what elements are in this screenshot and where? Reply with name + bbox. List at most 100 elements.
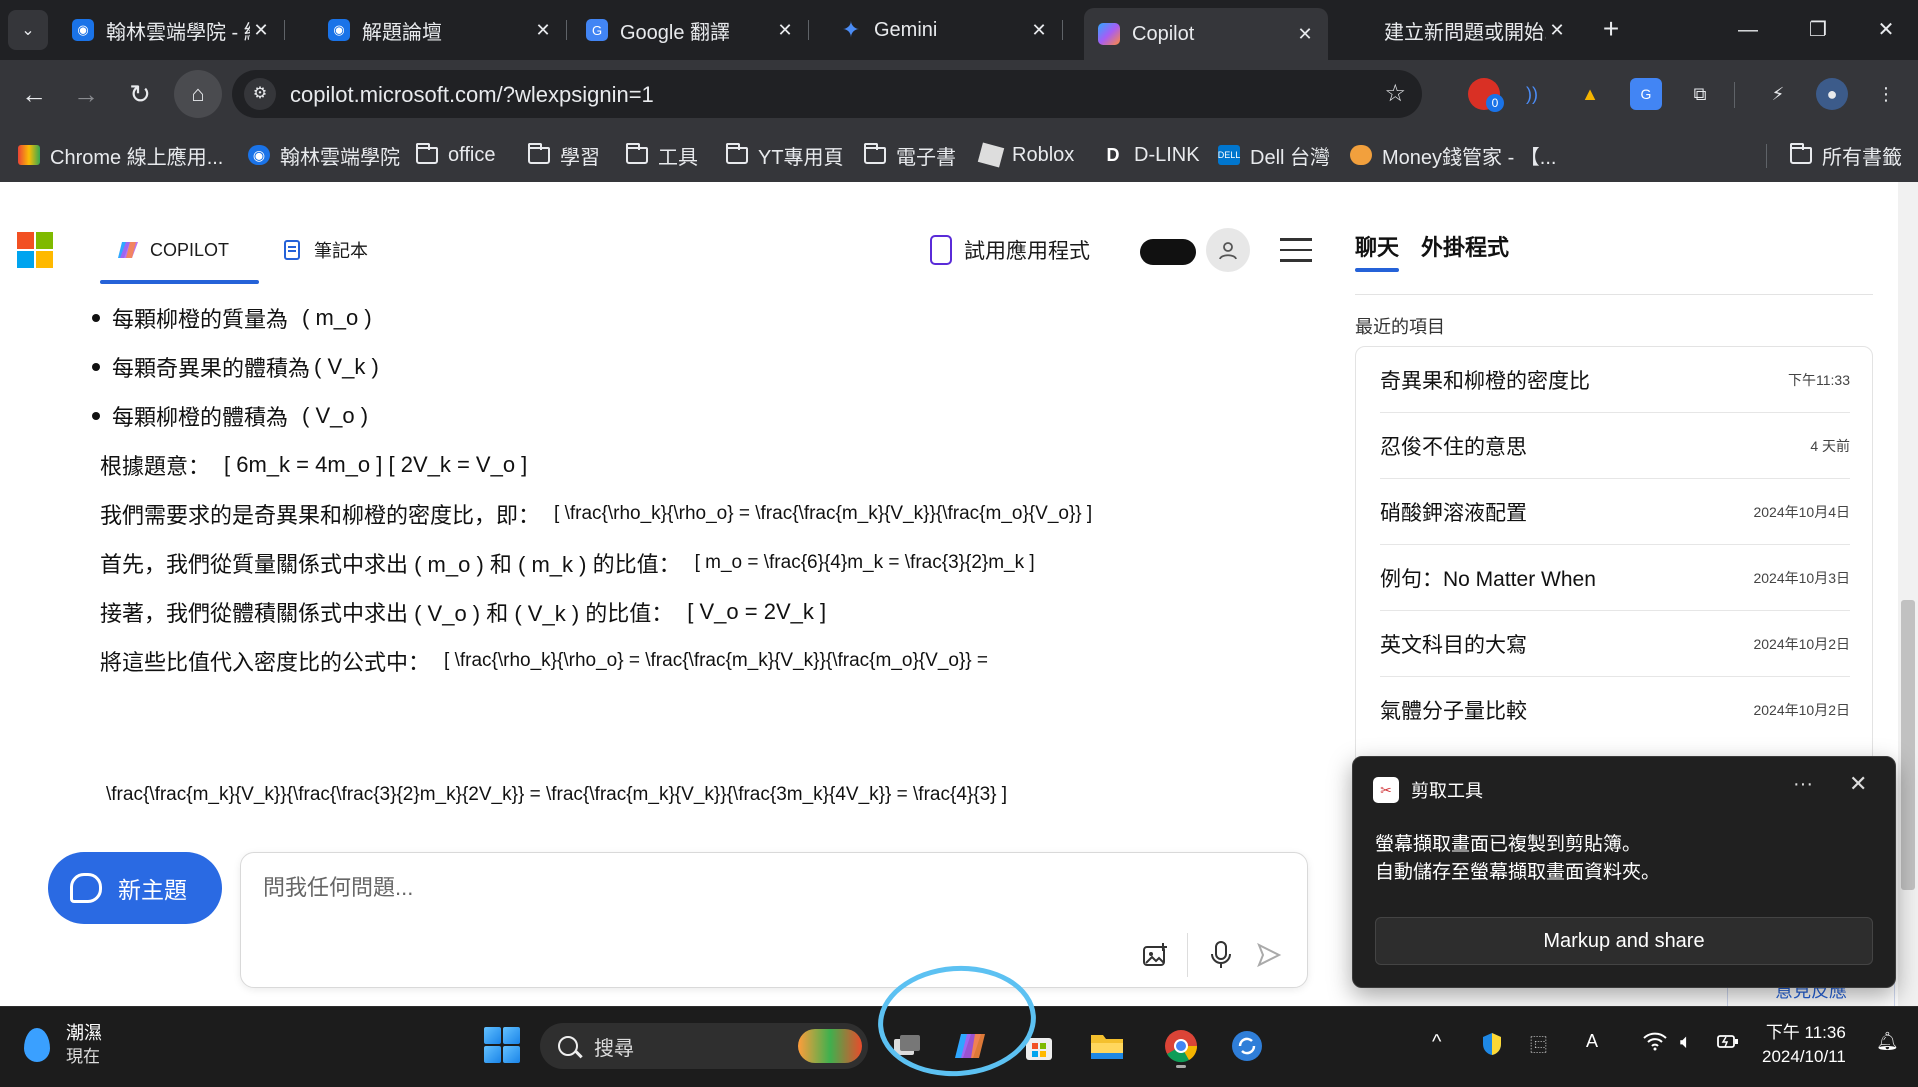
para-volume-ratio: 接著，我們從體積關係式中求出 ( V_o ) 和 ( V_k ) 的比值： [ … [100,596,882,628]
close-icon[interactable]: ✕ [1546,19,1568,41]
forward-button[interactable]: → [66,74,106,114]
tab-google-translate[interactable]: G Google 翻譯 ✕ [572,8,809,52]
hanlin-icon: ◉ [248,145,270,165]
more-menu-icon[interactable]: ⋮ [1870,78,1902,110]
bookmark-all[interactable]: 所有書籤 [1790,138,1902,172]
back-button[interactable]: ← [14,74,54,114]
bookmark-folder-tools[interactable]: 工具 [626,138,698,172]
home-button[interactable]: ⌂ [174,70,222,118]
sidebar-tab-plugins[interactable]: 外掛程式 [1421,230,1509,262]
markup-and-share-button[interactable]: Markup and share [1375,917,1873,965]
hamburger-menu-icon[interactable] [1280,238,1312,262]
microphone-icon[interactable] [1205,939,1237,971]
tray-chevron-icon[interactable]: ^ [1432,1031,1441,1054]
tab-copilot[interactable]: Copilot ✕ [1084,8,1328,60]
weather-widget[interactable]: 潮濕 現在 [24,1021,102,1069]
ask-box[interactable] [240,852,1308,988]
tab-copilot-label: COPILOT [150,239,230,260]
wifi-icon[interactable] [1642,1031,1668,1057]
file-explorer-icon[interactable] [1086,1025,1128,1067]
volume-icon[interactable]: 🔈︎ [1680,1031,1692,1054]
microsoft-logo[interactable] [17,232,53,268]
security-shield-icon[interactable] [1480,1031,1504,1063]
bookmark-folder-office[interactable]: office [416,138,495,172]
tab-forum[interactable]: ◉ 解題論壇 ✕ [314,8,567,52]
taskbar-search[interactable]: 搜尋 [540,1023,868,1069]
wifi-extension-icon[interactable]: )) [1516,78,1548,110]
close-icon[interactable]: ✕ [774,19,796,41]
close-icon[interactable]: ✕ [532,19,554,41]
recent-item[interactable]: 硝酸鉀溶液配置 2024年10月4日 [1380,479,1850,545]
para-text: 根據題意： [100,454,211,479]
system-clock[interactable]: 下午 11:36 2024/10/11 [1762,1021,1846,1069]
close-icon[interactable]: ✕ [1294,23,1316,45]
reload-button[interactable]: ↻ [120,74,160,114]
recent-item[interactable]: 奇異果和柳橙的密度比 下午11:33 [1380,347,1850,413]
new-tab-button[interactable]: + [1593,12,1629,48]
start-button[interactable] [484,1027,520,1063]
bookmark-dlink[interactable]: D D-LINK [1102,138,1200,172]
running-indicator [1176,1065,1186,1068]
toast-more-button[interactable]: ··· [1793,773,1813,796]
send-icon[interactable] [1253,939,1285,971]
site-info-icon[interactable]: ⚙ [244,78,276,110]
performance-icon[interactable]: ⚡ [1762,78,1794,110]
bookmark-folder-yt[interactable]: YT專用頁 [726,138,844,172]
tab-hanlin[interactable]: ◉ 翰林雲端學院 - 線... ✕ [58,8,285,52]
hanlin-favicon-icon: ◉ [72,19,94,41]
bullet-text: 每顆柳橙的質量為 [112,307,289,332]
search-highlight-image [798,1029,862,1063]
window-close-button[interactable]: ✕ [1856,12,1916,48]
toast-close-icon[interactable]: ✕ [1849,771,1867,797]
battery-icon[interactable] [1716,1031,1740,1057]
bookmark-label: D-LINK [1134,143,1200,166]
tab-search-button[interactable]: ⌄ [8,10,48,50]
chevron-down-icon: ⌄ [21,22,35,39]
url-text[interactable]: copilot.microsoft.com/?wlexpsignin=1 [290,82,654,108]
recent-date: 4 天前 [1810,437,1850,454]
sync-app-icon[interactable] [1226,1025,1268,1067]
bookmark-folder-study[interactable]: 學習 [528,138,600,172]
ask-input[interactable] [263,875,1163,901]
bookmark-roblox[interactable]: Roblox [977,138,1075,172]
chrome-icon[interactable] [1160,1025,1202,1068]
google-translate-icon: G [586,19,608,41]
scrollbar-thumb[interactable] [1901,600,1915,890]
copilot-favicon-icon [1098,23,1120,45]
bookmark-folder-ebook[interactable]: 電子書 [864,138,956,172]
recent-item[interactable]: 例句：No Matter When 2024年10月3日 [1380,545,1850,611]
new-topic-button[interactable]: 新主題 [48,852,222,924]
bookmark-chrome-store[interactable]: Chrome 線上應用... [18,138,223,172]
close-icon[interactable]: ✕ [1028,19,1050,41]
extensions-puzzle-icon[interactable]: ⧉ [1684,78,1716,110]
tab-new-question[interactable]: 建立新問題或開始... ✕ [1336,8,1580,52]
snipping-tool-notification: ✂ 剪取工具 ··· ✕ 螢幕擷取畫面已複製到剪貼簿。 自動儲存至螢幕擷取畫面資… [1352,756,1896,988]
extension-red-icon[interactable]: 0 [1468,78,1504,112]
recent-item[interactable]: 忍俊不住的意思 4 天前 [1380,413,1850,479]
profile-avatar[interactable]: ● [1816,78,1848,110]
address-bar[interactable]: ⚙ copilot.microsoft.com/?wlexpsignin=1 ☆ [232,70,1422,118]
bookmark-star-icon[interactable]: ☆ [1384,79,1406,108]
bookmarks-bar: Chrome 線上應用... ◉ 翰林雲端學院 office 學習 工具 YT專用… [0,128,1918,182]
minimize-button[interactable]: — [1718,12,1778,48]
highlight-mark: ( V_k ) [304,352,389,382]
restore-button[interactable]: ❐ [1788,12,1848,48]
sidebar-tab-chat[interactable]: 聊天 [1355,230,1400,272]
recent-item[interactable]: 英文科目的大寫 2024年10月2日 [1380,611,1850,677]
para-substitute: 將這些比值代入密度比的公式中： [ \frac{\rho_k}{\rho_o} … [100,645,998,677]
image-upload-icon[interactable] [1139,939,1171,971]
notification-bell-icon[interactable]: 🔔︎ [1876,1031,1904,1059]
bookmark-money[interactable]: Money錢管家 - 【... [1350,138,1556,172]
tab-gemini[interactable]: ✦ Gemini ✕ [826,8,1063,52]
bookmark-dell[interactable]: DELL Dell 台灣 [1218,138,1330,172]
tab-label: 翰林雲端學院 - 線... [106,21,250,44]
bookmark-label: Roblox [1012,143,1075,166]
ime-ja-icon[interactable]: ⿷ [1530,1031,1547,1056]
close-icon[interactable]: ✕ [250,19,272,41]
google-translate-ext-icon[interactable]: G [1630,78,1662,110]
toolbar-divider [1734,82,1735,108]
ime-mode-icon[interactable]: A [1586,1031,1598,1052]
google-drive-icon[interactable]: ▲ [1574,78,1606,110]
bookmark-hanlin[interactable]: ◉ 翰林雲端學院 [248,138,400,172]
recent-item[interactable]: 氣體分子量比較 2024年10月2日 [1380,677,1850,743]
